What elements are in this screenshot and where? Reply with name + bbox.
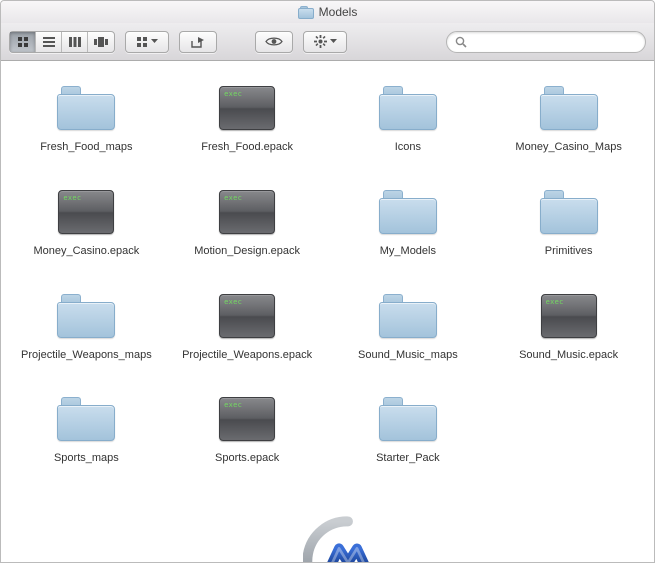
quicklook-button[interactable] xyxy=(255,31,293,53)
search-input[interactable] xyxy=(467,36,637,48)
eye-icon xyxy=(265,36,283,47)
file-item[interactable]: Money_Casino_Maps xyxy=(493,75,644,161)
arrange-button[interactable] xyxy=(125,31,169,53)
file-label: My_Models xyxy=(380,245,436,259)
file-label: Icons xyxy=(395,141,421,155)
coverflow-view-button[interactable] xyxy=(88,32,114,52)
file-label: Fresh_Food_maps xyxy=(40,141,132,155)
file-item[interactable]: Primitives xyxy=(493,179,644,265)
folder-icon xyxy=(54,81,118,135)
file-item[interactable]: Sound_Music.epack xyxy=(493,283,644,369)
file-item[interactable]: My_Models xyxy=(333,179,484,265)
search-field[interactable] xyxy=(446,31,646,53)
folder-icon xyxy=(54,289,118,343)
file-item[interactable]: Sound_Music_maps xyxy=(333,283,484,369)
finder-window: Models xyxy=(0,0,655,563)
file-item[interactable]: Money_Casino.epack xyxy=(11,179,162,265)
file-item[interactable]: Fresh_Food.epack xyxy=(172,75,323,161)
folder-icon xyxy=(376,392,440,446)
folder-icon xyxy=(376,81,440,135)
exec-icon xyxy=(215,289,279,343)
file-label: Motion_Design.epack xyxy=(194,245,300,259)
content-area: Fresh_Food_maps Fresh_Food.epack Icons Mone… xyxy=(1,61,654,562)
folder-icon xyxy=(376,289,440,343)
file-label: Money_Casino_Maps xyxy=(515,141,621,155)
coverflow-icon xyxy=(94,37,108,47)
share-icon xyxy=(191,36,205,48)
gear-icon xyxy=(314,35,327,48)
folder-icon xyxy=(54,392,118,446)
file-item[interactable]: Starter_Pack xyxy=(333,386,484,472)
file-item[interactable]: Motion_Design.epack xyxy=(172,179,323,265)
exec-icon xyxy=(537,289,601,343)
view-mode-segment xyxy=(9,31,115,53)
file-label: Projectile_Weapons_maps xyxy=(21,349,152,363)
folder-icon xyxy=(376,185,440,239)
list-view-button[interactable] xyxy=(36,32,62,52)
file-item[interactable]: Sports_maps xyxy=(11,386,162,472)
file-label: Starter_Pack xyxy=(376,452,440,466)
toolbar xyxy=(1,23,654,61)
exec-icon xyxy=(215,185,279,239)
folder-icon xyxy=(298,6,314,19)
file-item[interactable]: Projectile_Weapons.epack xyxy=(172,283,323,369)
chevron-down-icon xyxy=(330,39,337,44)
chevron-down-icon xyxy=(151,39,158,44)
file-label: Fresh_Food.epack xyxy=(201,141,293,155)
file-label: Money_Casino.epack xyxy=(33,245,139,259)
file-label: Sports.epack xyxy=(215,452,279,466)
file-item[interactable]: Sports.epack xyxy=(172,386,323,472)
columns-icon xyxy=(69,37,81,47)
arrange-icon xyxy=(136,36,148,48)
file-item[interactable]: Fresh_Food_maps xyxy=(11,75,162,161)
watermark-logo xyxy=(303,516,393,562)
window-title: Models xyxy=(298,5,358,19)
exec-icon xyxy=(215,81,279,135)
icon-view-button[interactable] xyxy=(10,32,36,52)
window-title-text: Models xyxy=(319,5,358,19)
search-wrap xyxy=(357,31,646,53)
search-icon xyxy=(455,36,467,48)
file-label: Sports_maps xyxy=(54,452,119,466)
titlebar[interactable]: Models xyxy=(1,1,654,23)
file-label: Projectile_Weapons.epack xyxy=(182,349,312,363)
grid-icon xyxy=(17,36,29,48)
file-label: Sound_Music_maps xyxy=(358,349,458,363)
action-button[interactable] xyxy=(303,31,347,53)
exec-icon xyxy=(54,185,118,239)
icon-grid: Fresh_Food_maps Fresh_Food.epack Icons Mone… xyxy=(1,61,654,486)
folder-icon xyxy=(537,81,601,135)
file-item[interactable]: Icons xyxy=(333,75,484,161)
column-view-button[interactable] xyxy=(62,32,88,52)
file-label: Sound_Music.epack xyxy=(519,349,618,363)
list-icon xyxy=(43,37,55,47)
folder-icon xyxy=(537,185,601,239)
file-label: Primitives xyxy=(545,245,593,259)
file-item[interactable]: Projectile_Weapons_maps xyxy=(11,283,162,369)
exec-icon xyxy=(215,392,279,446)
share-button[interactable] xyxy=(179,31,217,53)
